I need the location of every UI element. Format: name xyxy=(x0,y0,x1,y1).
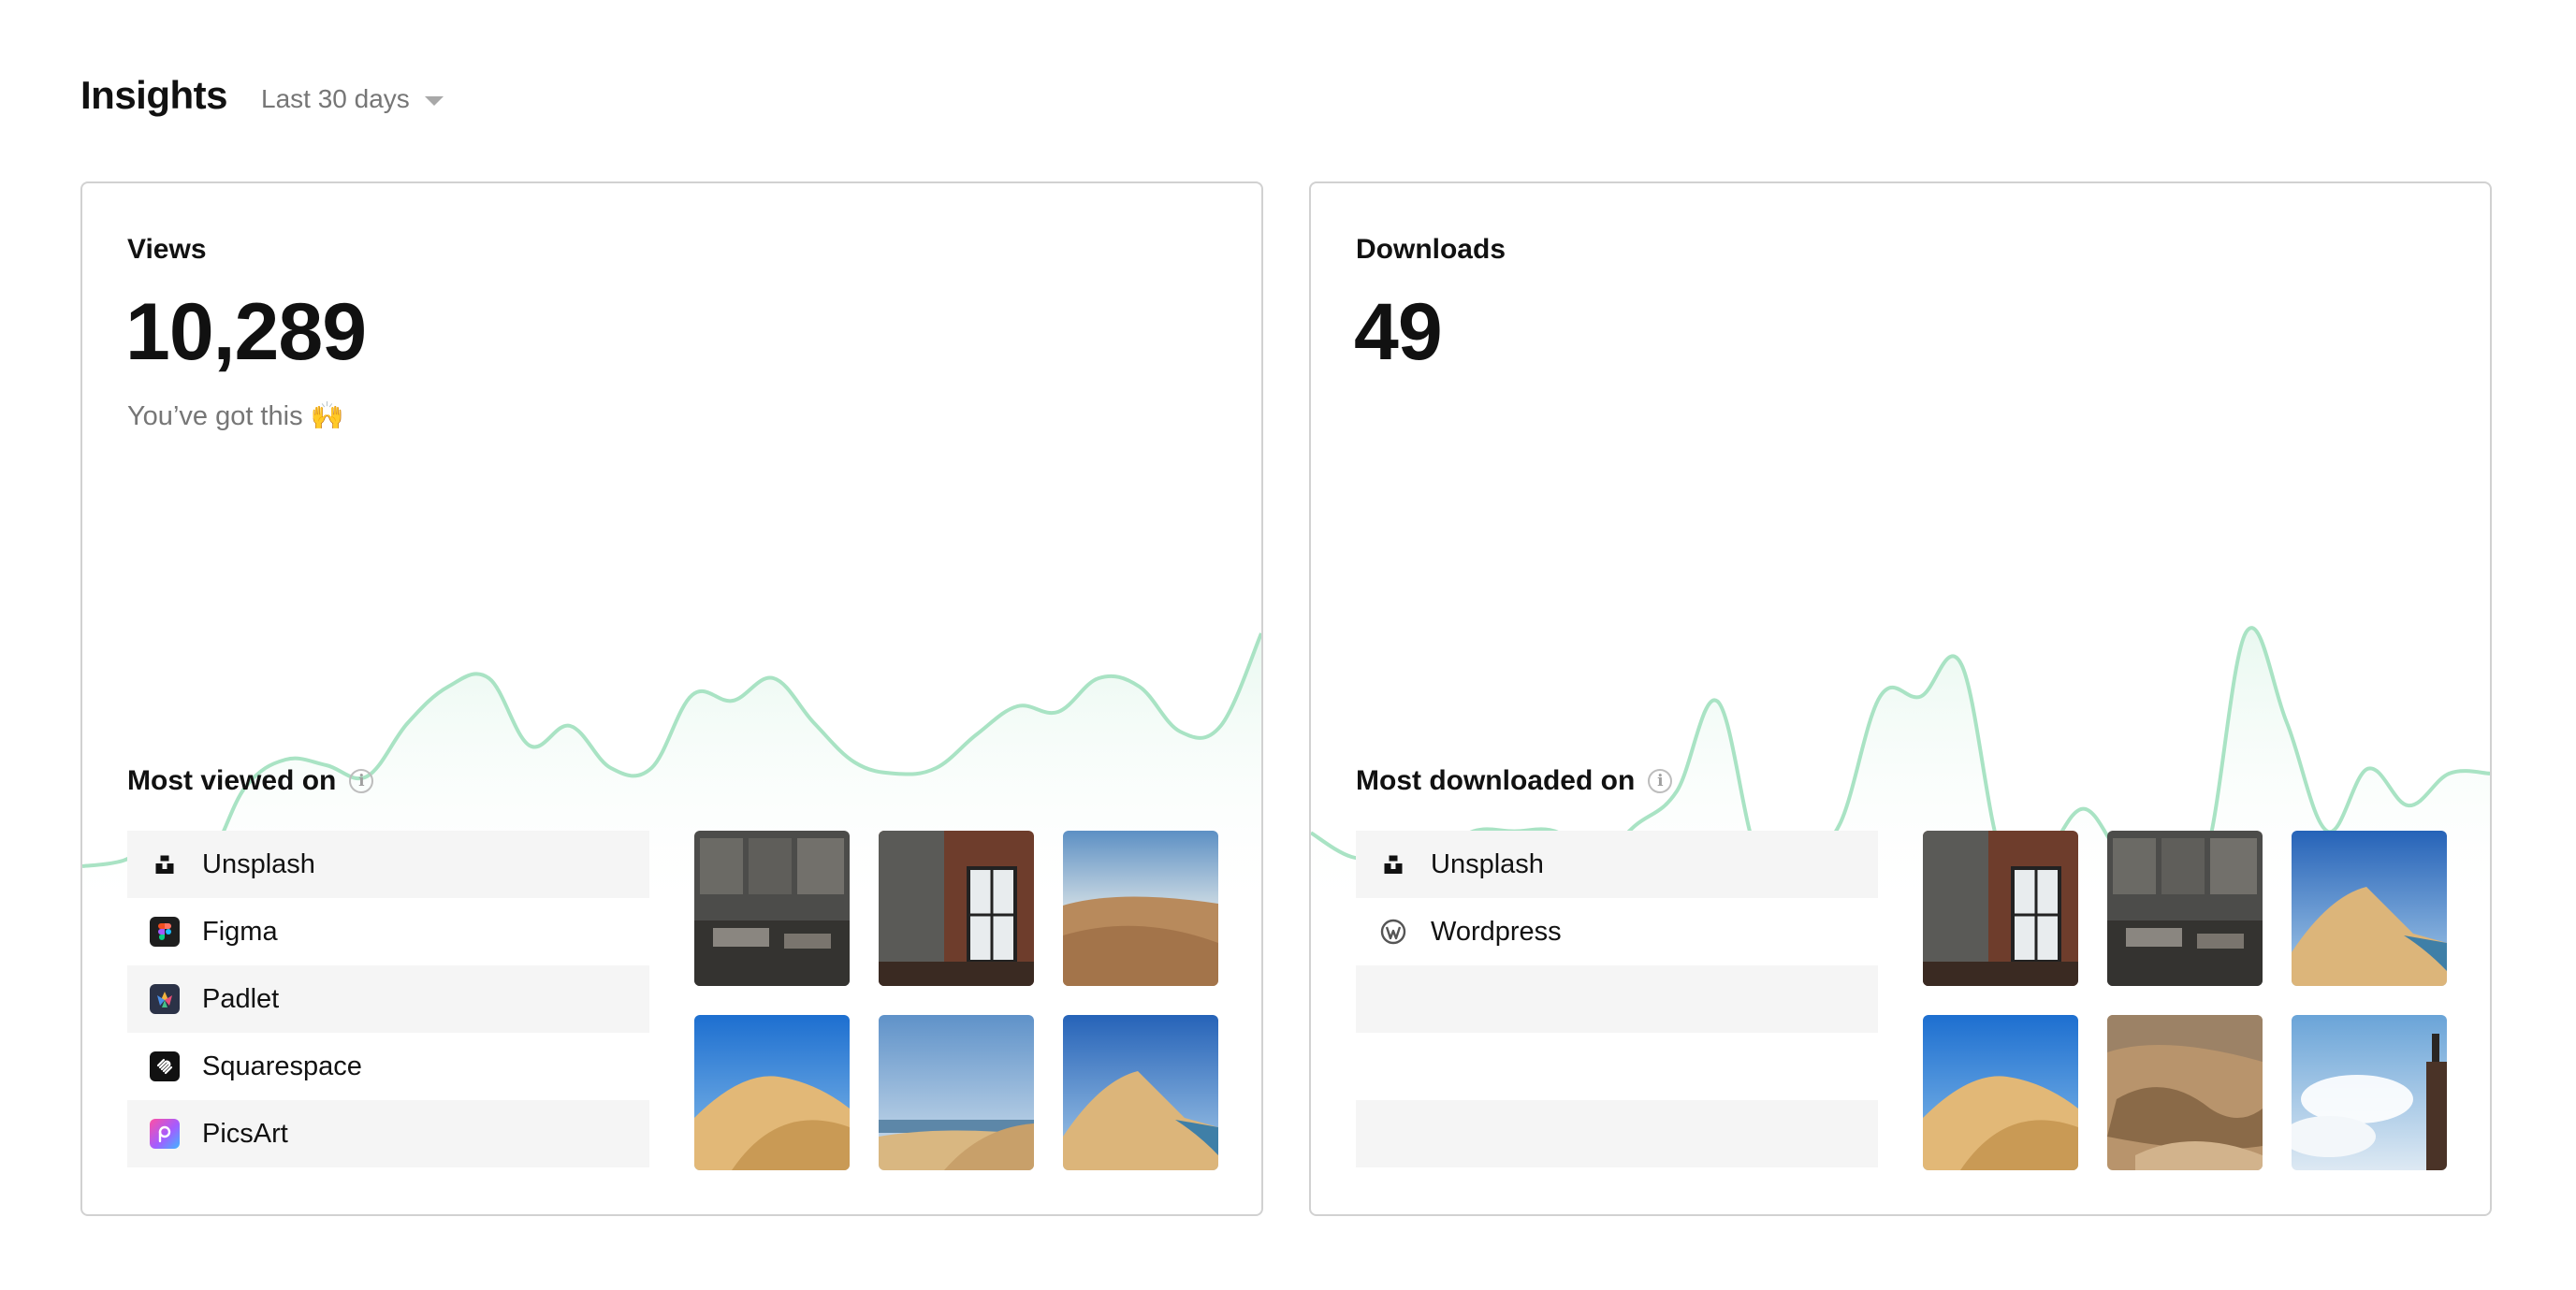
unsplash-icon xyxy=(1378,849,1408,879)
unsplash-icon xyxy=(150,849,180,879)
wordpress-icon xyxy=(1378,917,1408,947)
thumbnail-dune-ridge-ocean[interactable] xyxy=(2292,831,2447,986)
thumbnail-industrial-interior[interactable] xyxy=(694,831,850,986)
downloads-platform-list: Unsplash Wordpress xyxy=(1356,831,1878,1167)
platform-name: PicsArt xyxy=(202,1118,288,1149)
downloads-thumbnail-grid xyxy=(1923,831,2447,1170)
platform-name: Wordpress xyxy=(1431,916,1562,947)
date-range-dropdown[interactable]: Last 30 days xyxy=(261,84,444,114)
views-value: 10,289 xyxy=(125,287,367,377)
platform-name: Unsplash xyxy=(202,848,315,879)
info-icon[interactable]: i xyxy=(349,769,374,793)
platform-name: Squarespace xyxy=(202,1051,362,1081)
downloads-label: Downloads xyxy=(1356,234,1506,265)
platform-name: Figma xyxy=(202,916,278,947)
platform-name: Unsplash xyxy=(1431,848,1544,879)
views-label: Views xyxy=(127,234,207,265)
page-title: Insights xyxy=(80,73,228,117)
insights-header: Insights Last 30 days xyxy=(80,73,444,118)
thumbnail-brick-window-interior[interactable] xyxy=(1923,831,2078,986)
thumbnail-desert-dunes[interactable] xyxy=(1063,831,1218,986)
list-item[interactable]: Unsplash xyxy=(127,831,649,898)
thumbnail-sand-dune-blue-sky[interactable] xyxy=(694,1015,850,1170)
most-downloaded-title-text: Most downloaded on xyxy=(1356,765,1636,796)
views-card: Views 10,289 You’ve got this 🙌 Most view… xyxy=(80,181,1263,1216)
thumbnail-brick-window-interior[interactable] xyxy=(879,831,1034,986)
list-item-empty xyxy=(1356,965,1878,1033)
views-thumbnail-grid xyxy=(694,831,1218,1170)
caret-down-icon xyxy=(424,96,444,106)
thumbnail-canyon-aerial[interactable] xyxy=(2107,1015,2263,1170)
list-item[interactable]: PicsArt xyxy=(127,1100,649,1167)
list-item[interactable]: Unsplash xyxy=(1356,831,1878,898)
list-item[interactable]: Wordpress xyxy=(1356,898,1878,965)
thumbnail-sand-dune-blue-sky[interactable] xyxy=(1923,1015,2078,1170)
padlet-icon xyxy=(150,984,180,1014)
thumbnail-industrial-interior[interactable] xyxy=(2107,831,2263,986)
downloads-card: Downloads 49 Most downloaded on i Unspla… xyxy=(1309,181,2492,1216)
date-range-label: Last 30 days xyxy=(261,84,410,113)
thumbnail-coastal-dunes[interactable] xyxy=(879,1015,1034,1170)
figma-icon xyxy=(150,917,180,947)
most-viewed-title: Most viewed on i xyxy=(127,765,374,797)
downloads-value: 49 xyxy=(1354,287,1443,377)
info-icon[interactable]: i xyxy=(1648,769,1673,793)
squarespace-icon xyxy=(150,1051,180,1081)
list-item[interactable]: Figma xyxy=(127,898,649,965)
platform-name: Padlet xyxy=(202,983,280,1014)
thumbnail-cliff-clouds[interactable] xyxy=(2292,1015,2447,1170)
list-item-empty xyxy=(1356,1033,1878,1100)
thumbnail-dune-ridge-ocean[interactable] xyxy=(1063,1015,1218,1170)
views-subtitle: You’ve got this 🙌 xyxy=(127,401,344,431)
most-downloaded-title: Most downloaded on i xyxy=(1356,765,1673,797)
list-item[interactable]: Padlet xyxy=(127,965,649,1033)
views-platform-list: Unsplash Figma Padlet Squarespace PicsAr… xyxy=(127,831,649,1167)
picsart-icon xyxy=(150,1119,180,1149)
list-item[interactable]: Squarespace xyxy=(127,1033,649,1100)
most-viewed-title-text: Most viewed on xyxy=(127,765,337,796)
list-item-empty xyxy=(1356,1100,1878,1167)
